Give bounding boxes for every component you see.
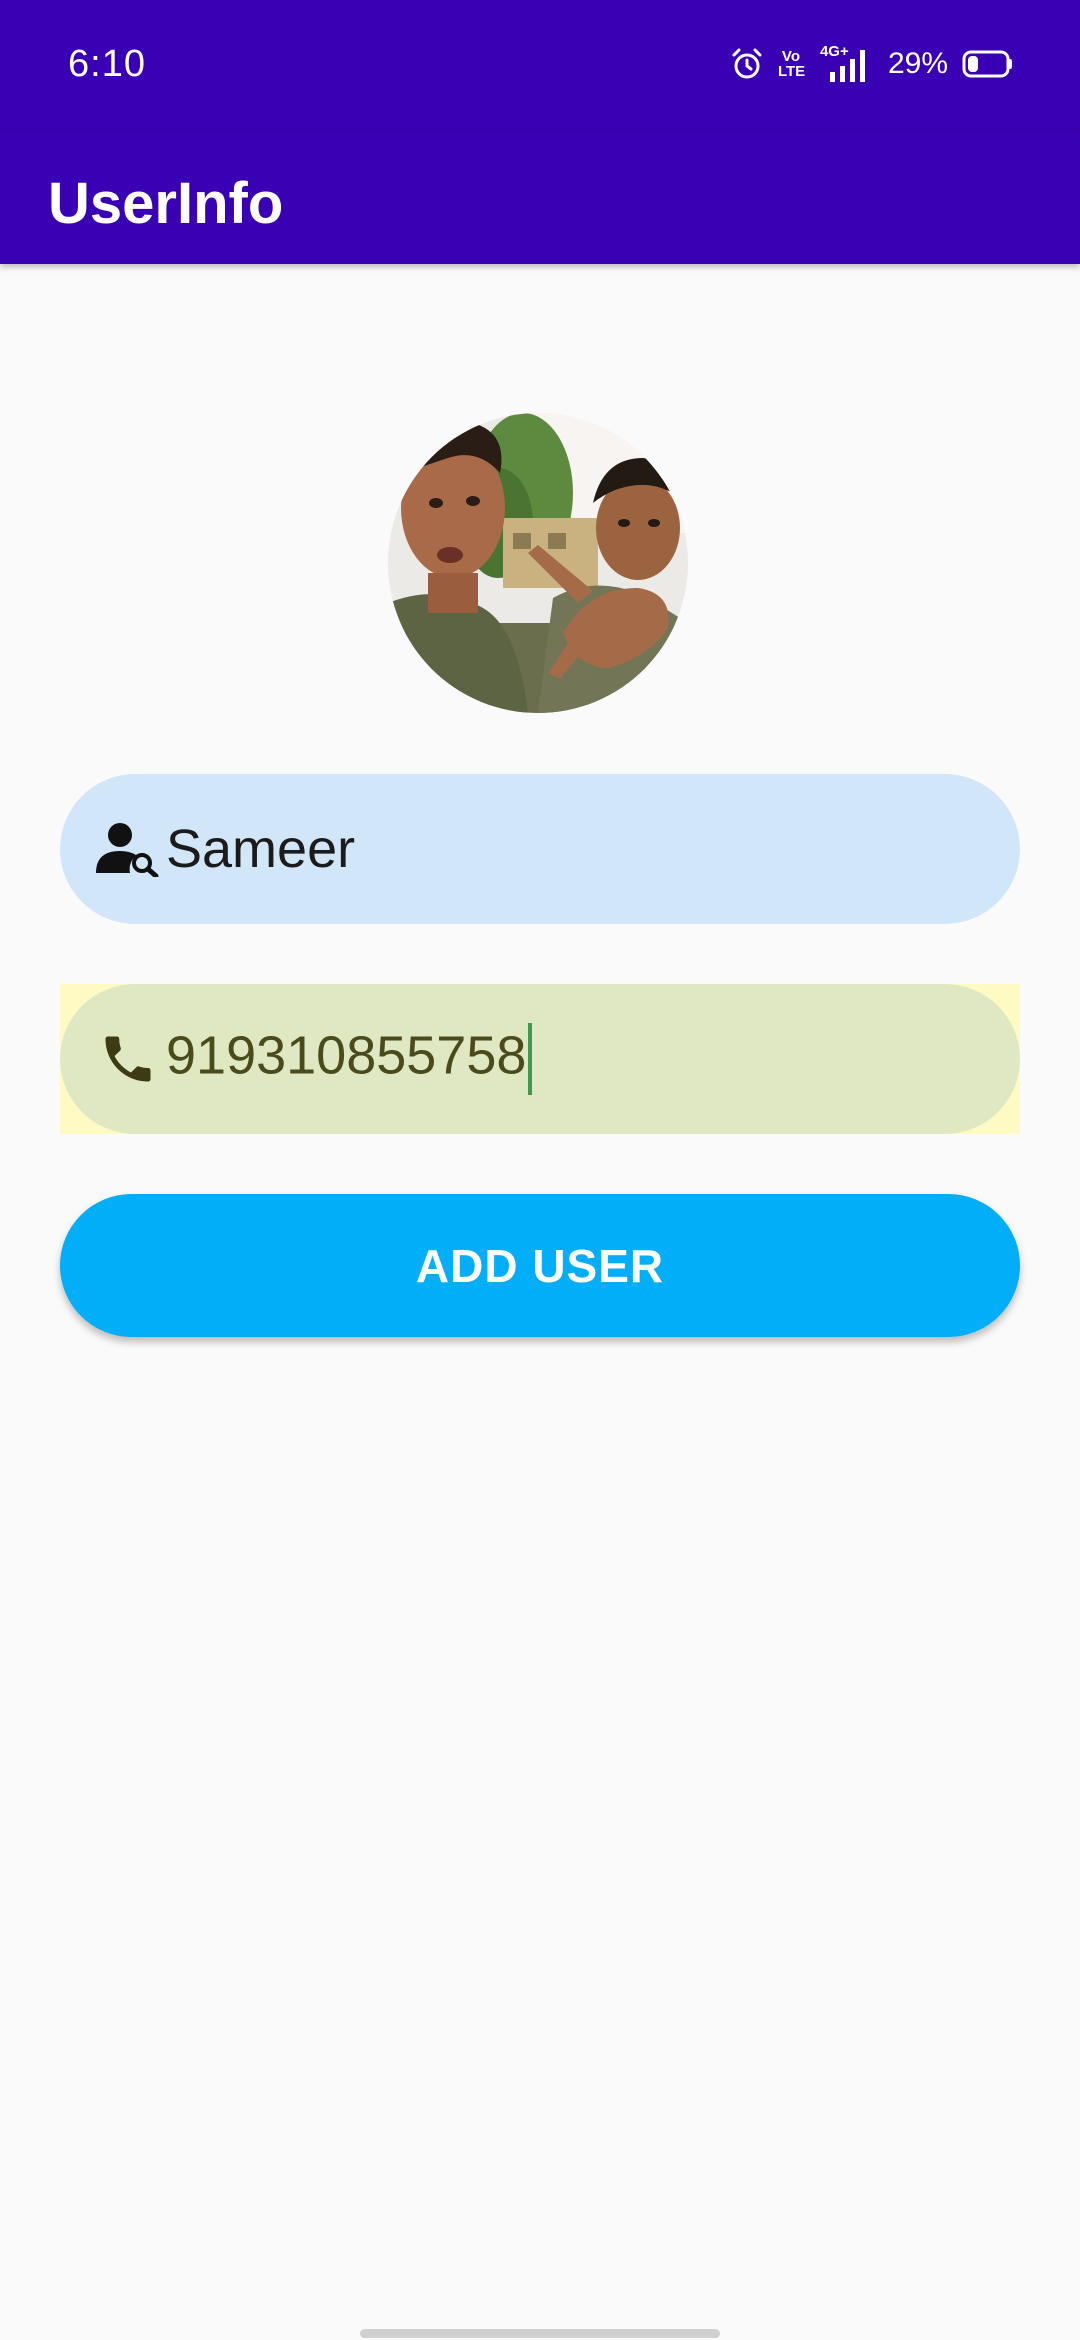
name-value: Sameer (166, 819, 356, 879)
volte-icon: Vo LTE (777, 48, 806, 80)
battery-icon (962, 49, 1014, 79)
navigation-handle[interactable] (360, 2329, 720, 2338)
status-icons: Vo LTE 4G+ 29% (730, 42, 1014, 86)
phone-input[interactable]: 919310855758 (166, 1023, 533, 1095)
profile-photo[interactable] (388, 413, 688, 713)
phone-value: 919310855758 (166, 1025, 527, 1086)
status-bar: 6:10 Vo LTE 4G+ 29% (0, 0, 1080, 132)
signal-4g-icon: 4G+ (818, 44, 874, 84)
text-cursor (528, 1023, 533, 1095)
status-time: 6:10 (68, 43, 146, 85)
battery-percent: 29% (887, 47, 948, 80)
add-user-button[interactable]: ADD USER (60, 1194, 1020, 1337)
person-search-icon (92, 813, 164, 885)
alarm-icon (730, 47, 764, 81)
page-title: UserInfo (48, 171, 284, 236)
phone-field[interactable]: 919310855758 (60, 984, 1020, 1134)
name-field[interactable]: Sameer (60, 774, 1020, 924)
app-bar: UserInfo (0, 132, 1080, 264)
phone-icon (92, 1023, 164, 1095)
